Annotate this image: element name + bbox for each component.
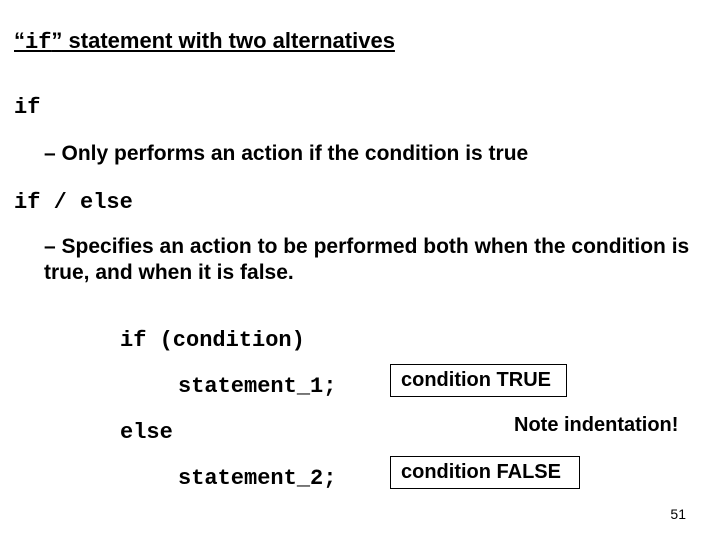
snippet-line-3: else: [120, 422, 173, 444]
body-if-description: – Only performs an action if the conditi…: [44, 142, 528, 166]
page-number: 51: [670, 506, 686, 522]
snippet-line-1: if (condition): [120, 330, 305, 352]
body-ifelse-description: – Specifies an action to be performed bo…: [44, 234, 690, 287]
heading-if-code: if: [14, 95, 40, 120]
callout-condition-false: condition FALSE: [390, 456, 580, 489]
code-snippet: if (condition) statement_1; else stateme…: [120, 318, 336, 502]
slide: “if” statement with two alternatives if …: [0, 0, 720, 540]
title-rest: ” statement with two alternatives: [51, 28, 395, 53]
heading-ifelse-code: if / else: [14, 190, 133, 215]
snippet-line-4: statement_2;: [178, 468, 336, 490]
callout-condition-true: condition TRUE: [390, 364, 567, 397]
note-indentation: Note indentation!: [514, 414, 678, 437]
title-if-mono: if: [25, 30, 51, 55]
snippet-line-2: statement_1;: [178, 376, 336, 398]
title-open-quote: “: [14, 28, 25, 53]
slide-title: “if” statement with two alternatives: [14, 28, 395, 55]
